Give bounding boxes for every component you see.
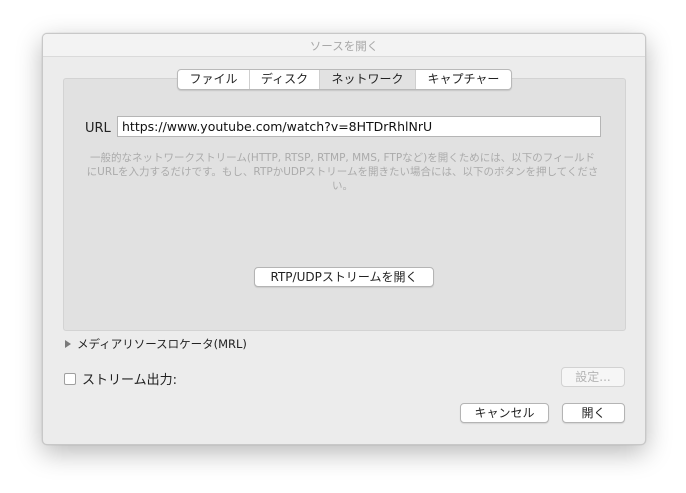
tab-file[interactable]: ファイル <box>178 70 250 89</box>
mrl-disclosure[interactable]: メディアリソースロケータ(MRL) <box>65 336 247 352</box>
tab-capture[interactable]: キャプチャー <box>416 70 511 89</box>
window-title: ソースを開く <box>309 39 379 53</box>
stream-output-label: ストリーム出力: <box>82 373 177 388</box>
url-label: URL <box>85 121 111 136</box>
stream-output-row: ストリーム出力: <box>64 369 177 388</box>
open-button[interactable]: 開く <box>562 403 625 423</box>
title-bar[interactable]: ソースを開く <box>43 34 645 57</box>
mrl-label: メディアリソースロケータ(MRL) <box>77 337 247 351</box>
url-input[interactable] <box>117 116 601 137</box>
tab-network[interactable]: ネットワーク <box>320 70 416 89</box>
disclosure-triangle-icon[interactable] <box>65 340 71 348</box>
open-source-dialog: ソースを開く ファイル ディスク ネットワーク キャプチャー URL 一般的なネ… <box>42 33 646 445</box>
tab-disc[interactable]: ディスク <box>250 70 320 89</box>
stream-output-checkbox[interactable] <box>64 372 76 385</box>
network-help-text: 一般的なネットワークストリーム(HTTP, RTSP, RTMP, MMS, F… <box>86 152 599 192</box>
stream-settings-button[interactable]: 設定... <box>561 367 625 387</box>
open-rtp-udp-button[interactable]: RTP/UDPストリームを開く <box>254 267 434 287</box>
cancel-button[interactable]: キャンセル <box>460 403 549 423</box>
tab-bar: ファイル ディスク ネットワーク キャプチャー <box>177 69 512 90</box>
